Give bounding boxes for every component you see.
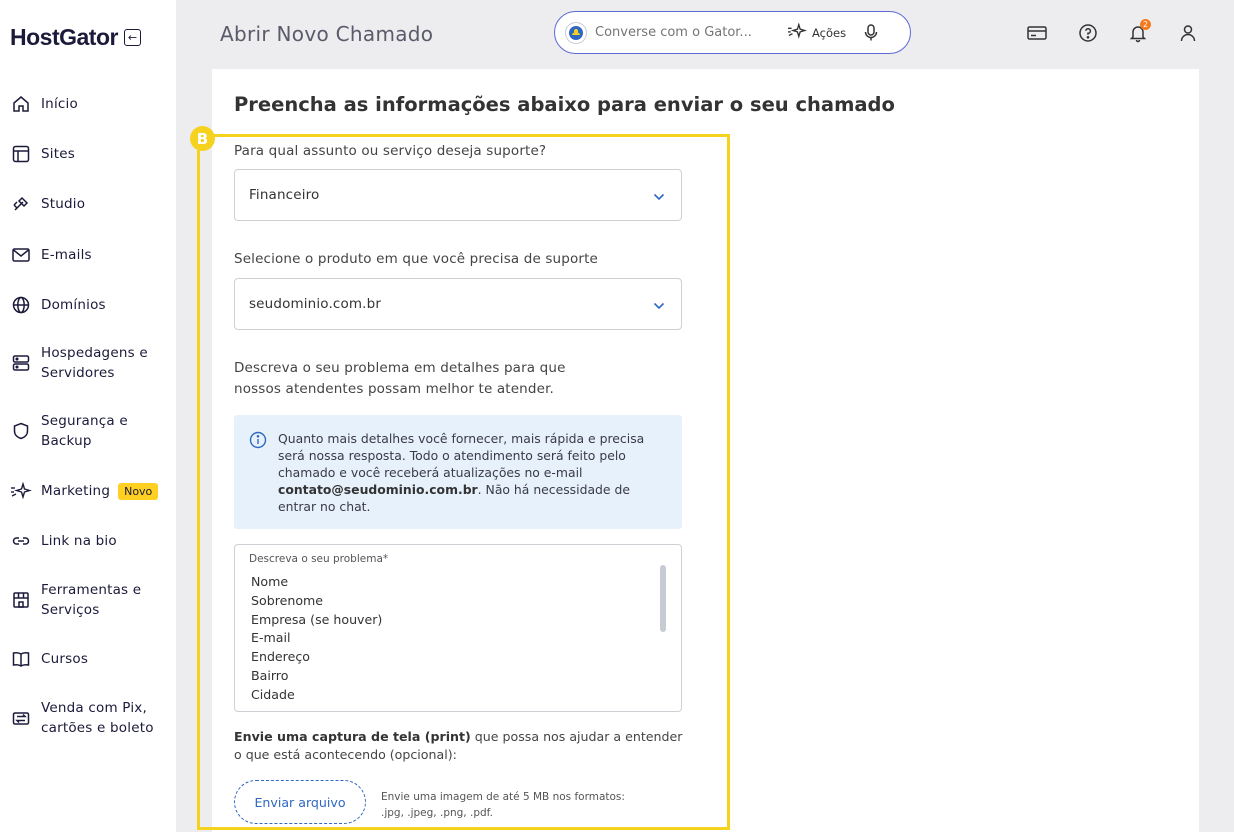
textarea-line: Bairro [251,667,289,683]
textarea-line: Empresa (se houver) [251,611,383,627]
sidebar-item-cursos[interactable]: Cursos [10,648,170,670]
store-icon [10,589,32,611]
subject-label: Para qual assunto ou serviço deseja supo… [234,143,547,159]
sidebar-item-label: Início [41,96,78,112]
new-badge: Novo [118,482,159,500]
sidebar-item-link-na-bio[interactable]: Link na bio [10,530,170,552]
user-profile-icon[interactable] [1176,21,1200,45]
gator-chat-input[interactable] [595,25,773,40]
sidebar-item-label: Sites [41,146,75,162]
mail-icon [10,244,32,266]
actions-button[interactable]: Ações [787,21,847,44]
sidebar-item-label: Domínios [41,297,106,313]
describe-label-line: Descreva o seu problema em detalhes para… [234,360,566,376]
sidebar-item-emails[interactable]: E-mails [10,244,170,266]
home-icon [10,93,32,115]
sidebar-item-inicio[interactable]: Início [10,93,170,115]
sidebar-item-label: Marketing [41,483,111,499]
sidebar-item-label: Studio [41,196,86,212]
upload-instructions-bold: Envie uma captura de tela (print) [234,729,471,744]
form-heading: Preencha as informações abaixo para envi… [234,93,895,116]
product-select-value: seudominio.com.br [249,296,382,312]
help-icon[interactable] [1076,21,1100,45]
textarea-line: E-mail [251,630,291,646]
sidebar-item-seguranca[interactable]: Segurança e Backup [10,411,170,451]
sparkles-icon [10,480,32,502]
sidebar-item-label: Venda com Pix, cartões e boleto [41,700,154,736]
info-text-part: Quanto mais detalhes você fornecer, mais… [278,431,645,480]
brand-name: HostGator [10,24,118,50]
sidebar-item-label: Link na bio [41,533,117,549]
sidebar-item-marketing[interactable]: Marketing Novo [10,480,170,502]
upload-hint-line: Envie uma imagem de até 5 MB nos formato… [381,791,625,803]
upload-hint-line: .jpg, .jpeg, .png, .pdf. [381,807,493,819]
microphone-icon[interactable] [864,23,878,42]
describe-label: Descreva o seu problema em detalhes para… [234,358,566,400]
notifications-bell-icon[interactable]: 2 [1126,19,1151,45]
subject-select[interactable]: Financeiro [234,169,682,221]
sidebar-item-label: Cursos [41,651,89,667]
sidebar-item-label: Ferramentas e Serviços [41,582,142,618]
info-icon [249,431,267,453]
gator-avatar-icon [565,21,587,44]
shield-icon [10,420,32,442]
collapse-sidebar-icon[interactable]: ← [123,29,141,46]
sidebar-item-ferramentas[interactable]: Ferramentas e Serviços [10,580,170,620]
upload-hint: Envie uma imagem de até 5 MB nos formato… [381,789,641,821]
billing-card-icon[interactable] [1025,21,1049,45]
sidebar-item-label: Hospedagens e Servidores [41,345,148,381]
studio-icon [10,193,32,215]
chevron-down-icon [653,295,665,314]
upload-instructions: Envie uma captura de tela (print) que po… [234,728,684,763]
server-icon [10,352,32,374]
chevron-down-icon [653,186,665,205]
problem-description-textarea[interactable]: Descreva o seu problema* Nome Sobrenome … [234,544,682,712]
gator-chat-bar[interactable]: Ações [554,11,911,54]
sidebar-item-studio[interactable]: Studio [10,193,170,215]
logo[interactable]: HostGator ← [10,24,141,51]
notification-count-badge: 2 [1140,19,1151,30]
describe-label-line: nossos atendentes possam melhor te atend… [234,381,554,397]
sidebar-item-sites[interactable]: Sites [10,143,170,165]
textarea-line: Sobrenome [251,592,324,608]
sparkles-icon [787,21,807,44]
book-icon [10,648,32,670]
payment-icon [10,707,32,729]
sidebar-item-hospedagens[interactable]: Hospedagens e Servidores [10,343,170,383]
textarea-line: Cidade [251,686,295,702]
sidebar-item-label: Segurança e Backup [41,413,128,449]
info-text: Quanto mais detalhes você fornecer, mais… [278,430,664,515]
globe-icon [10,294,32,316]
sidebar-item-dominios[interactable]: Domínios [10,294,170,316]
layout-icon [10,143,32,165]
product-select[interactable]: seudominio.com.br [234,278,682,330]
subject-select-value: Financeiro [249,187,320,203]
sidebar-item-label: E-mails [41,247,92,263]
sidebar-item-venda-pix[interactable]: Venda com Pix, cartões e boleto [10,698,170,738]
upload-file-button[interactable]: Enviar arquivo [234,780,366,824]
product-label: Selecione o produto em que você precisa … [234,251,598,267]
actions-label: Ações [812,25,847,40]
textarea-line: Endereço [251,649,310,665]
info-email: contato@seudominio.com.br [278,482,478,497]
textarea-content: Nome Sobrenome Empresa (se houver) E-mai… [251,573,382,705]
link-icon [10,530,32,552]
step-marker: B [190,126,215,151]
textarea-line: Nome [251,574,289,589]
page-title: Abrir Novo Chamado [220,22,434,46]
textarea-label: Descreva o seu problema* [249,553,389,565]
info-notice: Quanto mais detalhes você fornecer, mais… [234,415,682,529]
textarea-scrollbar[interactable] [660,565,666,632]
sidebar: HostGator ← Início Sites Studio E-mails … [0,0,176,832]
